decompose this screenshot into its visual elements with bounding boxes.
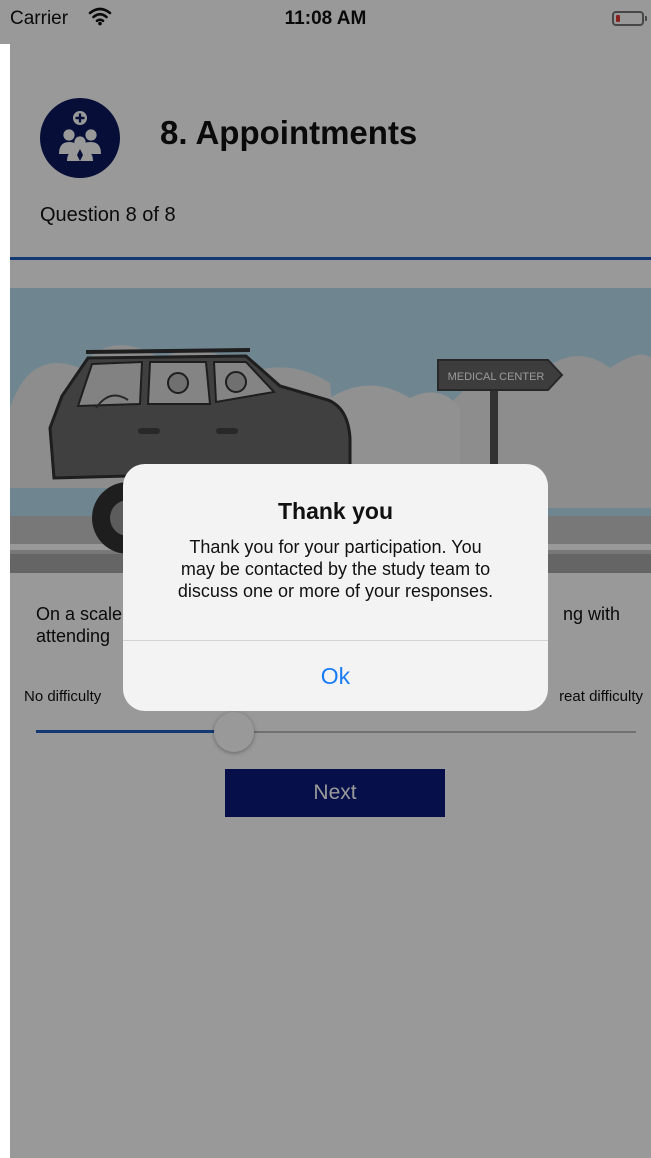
left-edge-strip [0,44,10,1158]
alert-title: Thank you [277,498,393,524]
screen: Carrier 11:08 AM 8. Appointments Questio… [0,0,651,1158]
alert-message-line: may be contacted by the study team to [180,559,491,579]
alert-message: Thank you for your participation. You ma… [143,536,528,602]
alert-message-line: Thank you for your participation. You [189,537,482,557]
thank-you-alert: Thank you Thank you for your participati… [123,464,548,711]
ok-button[interactable]: Ok [123,641,548,711]
alert-message-line: discuss one or more of your responses. [177,581,494,601]
